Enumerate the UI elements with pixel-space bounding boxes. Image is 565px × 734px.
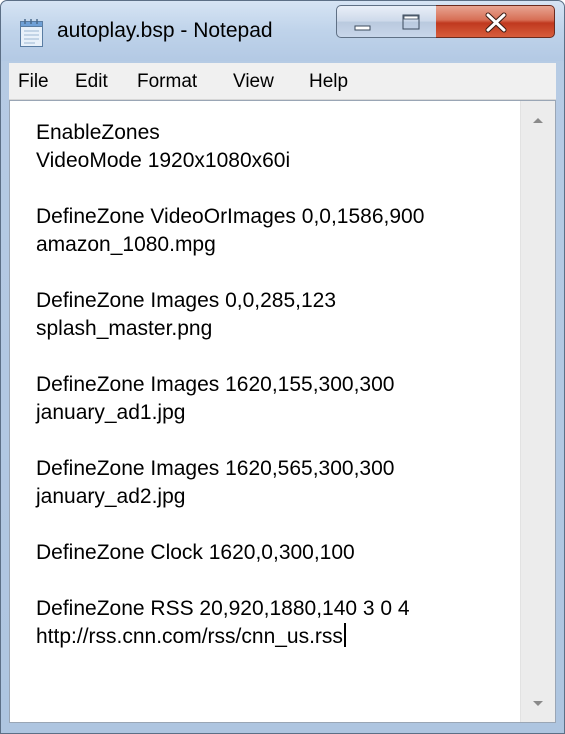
minimize-icon (354, 25, 371, 31)
text-line: DefineZone Images 1620,155,300,300 (36, 373, 395, 396)
menu-help[interactable]: Help (309, 71, 348, 93)
text-line: DefineZone Clock 1620,0,300,100 (36, 541, 355, 564)
text-line (36, 427, 521, 455)
notepad-window: autoplay.bsp - Notepad File Edit Format … (0, 0, 565, 734)
menu-file[interactable]: File (18, 71, 49, 93)
editor-text-area[interactable]: EnableZones VideoMode 1920x1080x60i Define… (10, 101, 521, 722)
menu-format[interactable]: Format (137, 71, 197, 93)
close-icon (485, 12, 507, 33)
text-line: EnableZones (36, 121, 160, 144)
text-line: DefineZone Images 1620,565,300,300 (36, 457, 395, 480)
scroll-up-arrow-icon[interactable] (521, 103, 555, 137)
text-line: VideoMode 1920x1080x60i (36, 149, 291, 172)
scroll-down-arrow-icon[interactable] (521, 686, 555, 720)
text-line (36, 259, 521, 287)
text-line: DefineZone VideoOrImages 0,0,1586,900 (36, 205, 425, 228)
maximize-button[interactable] (386, 5, 437, 38)
text-line: http://rss.cnn.com/rss/cnn_us.rss (36, 623, 521, 651)
text-line (36, 343, 521, 371)
window-title: autoplay.bsp - Notepad (57, 19, 273, 42)
menu-bar: File Edit Format View Help (9, 63, 556, 100)
menu-edit[interactable]: Edit (75, 71, 108, 93)
text-line: splash_master.png (36, 317, 213, 340)
notepad-icon[interactable] (19, 18, 45, 48)
text-line (36, 567, 521, 595)
close-button[interactable] (436, 5, 555, 38)
text-line: DefineZone Images 0,0,285,123 (36, 289, 337, 312)
text-line: january_ad1.jpg (36, 401, 186, 424)
title-bar[interactable]: autoplay.bsp - Notepad (1, 1, 564, 61)
text-line: january_ad2.jpg (36, 485, 186, 508)
text-caret (343, 623, 346, 647)
menu-view[interactable]: View (233, 71, 274, 93)
text-line (36, 175, 521, 203)
text-editor[interactable]: EnableZones VideoMode 1920x1080x60i Define… (9, 100, 556, 723)
text-line: amazon_1080.mpg (36, 233, 216, 256)
text-line (36, 511, 521, 539)
maximize-icon (402, 14, 420, 30)
minimize-button[interactable] (336, 5, 387, 38)
vertical-scrollbar[interactable] (520, 101, 555, 722)
text-line: DefineZone RSS 20,920,1880,140 3 0 4 (36, 597, 410, 620)
